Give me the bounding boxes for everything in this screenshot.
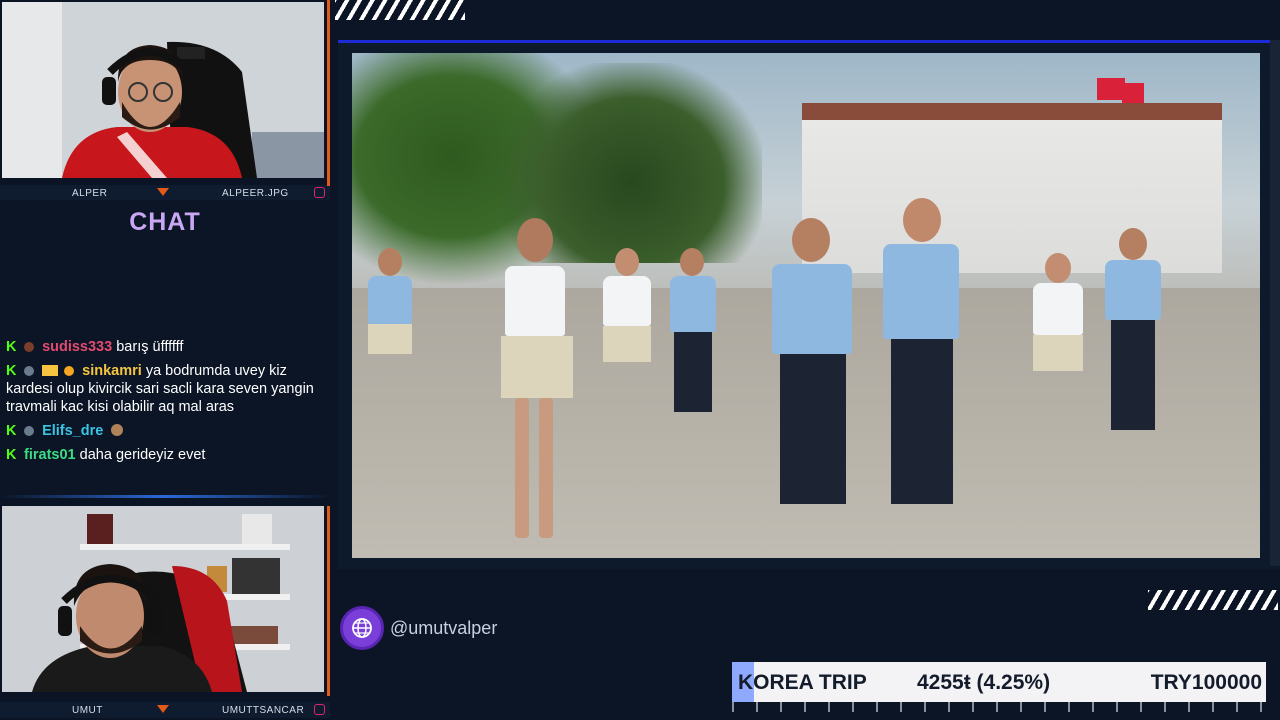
webcam-bottom-nameplate: UMUT UMUTTSANCAR bbox=[0, 702, 330, 718]
webcam-top bbox=[2, 2, 324, 178]
kick-badge-icon: K bbox=[6, 447, 17, 463]
donation-goal-target: TRY100000 bbox=[1150, 671, 1262, 694]
webcam-top-right-name: ALPEER.JPG bbox=[222, 188, 289, 199]
chat-username[interactable]: firats01 bbox=[24, 447, 76, 463]
chat-divider bbox=[0, 495, 330, 498]
chat-username[interactable]: sudiss333 bbox=[42, 339, 112, 355]
streamer-alper-image bbox=[2, 2, 324, 178]
flag bbox=[1097, 78, 1125, 100]
webcam-top-left-name: ALPER bbox=[72, 188, 108, 199]
flag bbox=[1122, 83, 1144, 103]
down-triangle-icon bbox=[157, 705, 169, 713]
chat-message: K sudiss333 barış üffffff bbox=[6, 338, 324, 356]
donation-goal-bar: KOREA TRIP 4255ŧ (4.25%) TRY100000 bbox=[732, 662, 1266, 702]
user-badge-icon bbox=[24, 342, 35, 352]
crown-icon bbox=[42, 365, 59, 376]
student bbox=[877, 198, 967, 518]
decorative-stripes bbox=[335, 0, 465, 20]
gift-badge-icon bbox=[64, 366, 75, 376]
chat-title: CHAT bbox=[129, 208, 201, 236]
left-column: ALPER ALPEER.JPG CHAT K sudiss333 barış … bbox=[0, 0, 330, 720]
kick-badge-icon: K bbox=[6, 339, 17, 355]
student bbox=[597, 248, 657, 428]
chat-text: daha gerideyiz evet bbox=[79, 447, 206, 463]
emote-icon bbox=[111, 424, 124, 436]
streamer-umut-image bbox=[2, 506, 324, 692]
webcam-top-nameplate: ALPER ALPEER.JPG bbox=[0, 185, 330, 201]
webcam-bottom bbox=[2, 506, 324, 692]
ticker-decoration bbox=[732, 702, 1266, 712]
student bbox=[1097, 228, 1167, 448]
chat-text: barış üffffff bbox=[116, 339, 184, 355]
student bbox=[662, 248, 722, 428]
chat-message: K firats01 daha gerideyiz evet bbox=[6, 446, 324, 464]
student bbox=[1027, 253, 1087, 443]
user-badge-icon bbox=[24, 366, 35, 376]
student bbox=[487, 218, 577, 558]
kick-badge-icon: K bbox=[6, 363, 17, 379]
chat-username[interactable]: sinkamri bbox=[82, 363, 142, 379]
accent-line bbox=[327, 0, 330, 186]
video-player[interactable] bbox=[352, 53, 1260, 558]
down-triangle-icon bbox=[157, 188, 169, 196]
student bbox=[362, 248, 417, 408]
chat-message: K sinkamri ya bodrumda uvey kiz kardesi … bbox=[6, 362, 324, 416]
webcam-bottom-right-name: UMUTTSANCAR bbox=[222, 705, 305, 716]
chat-username[interactable]: Elifs_dre bbox=[42, 423, 103, 439]
accent-line bbox=[327, 506, 330, 696]
social-handle-text[interactable]: @umutvalper bbox=[390, 618, 497, 639]
webcam-bottom-left-name: UMUT bbox=[72, 705, 103, 716]
decorative-stripes bbox=[1148, 590, 1278, 610]
chat-panel: CHAT K sudiss333 barış üffffff K sinkamr… bbox=[0, 200, 330, 498]
instagram-icon bbox=[314, 187, 325, 198]
user-badge-icon bbox=[24, 426, 35, 436]
frame-edge bbox=[1270, 40, 1280, 566]
donation-goal-label: KOREA TRIP bbox=[738, 671, 867, 694]
chat-message: K Elifs_dre bbox=[6, 422, 324, 440]
chat-message-list: K sudiss333 barış üffffff K sinkamri ya … bbox=[6, 338, 324, 470]
social-handle-block: @umutvalper bbox=[340, 605, 497, 651]
donation-goal-progress: 4255ŧ (4.25%) bbox=[917, 671, 1051, 694]
kick-badge-icon: K bbox=[6, 423, 17, 439]
globe-icon bbox=[340, 606, 384, 650]
instagram-icon bbox=[314, 704, 325, 715]
student bbox=[762, 218, 862, 518]
